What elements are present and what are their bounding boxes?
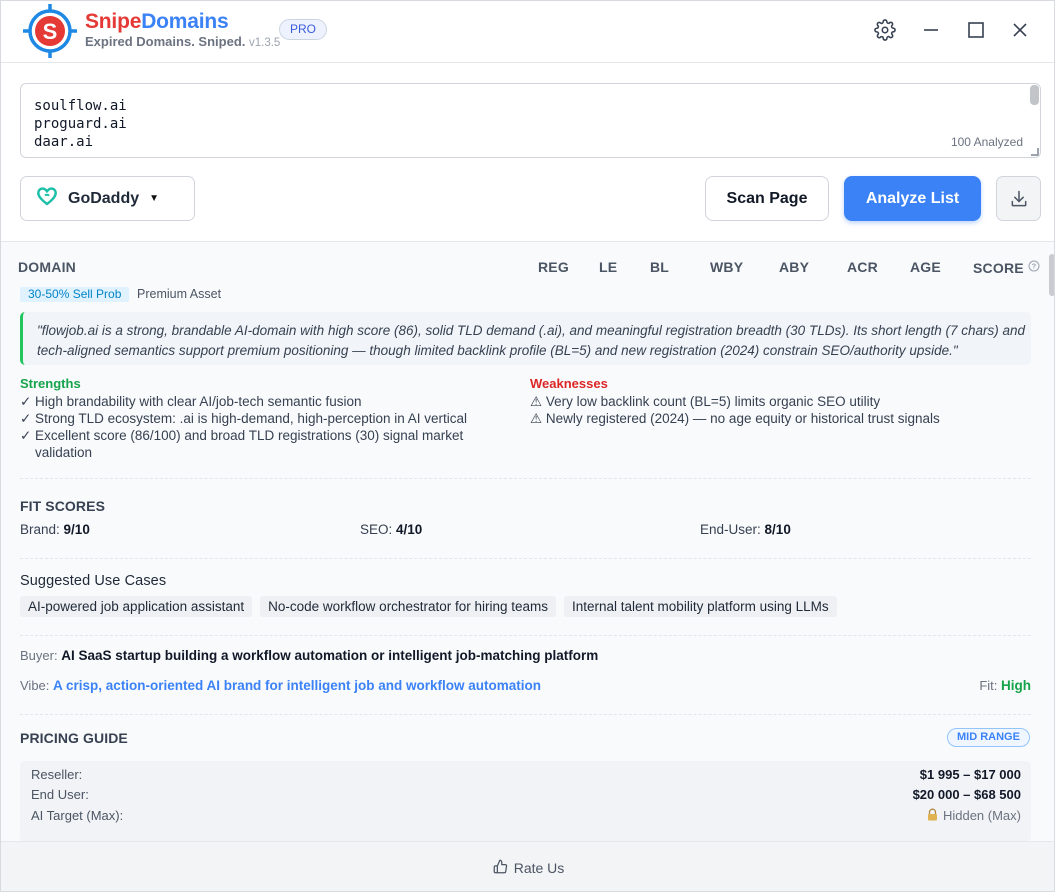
buyer-profile: Buyer: AI SaaS startup building a workfl… [20, 648, 599, 663]
results-panel: DOMAIN REG LE BL WBY ABY ACR AGE SCORE ?… [1, 241, 1054, 841]
brand-block: SnipeDomains Expired Domains. Sniped. v1… [85, 10, 281, 50]
gear-icon[interactable] [872, 17, 898, 43]
column-score[interactable]: SCORE ? [973, 259, 1040, 276]
registrar-select[interactable]: GoDaddy ▼ [20, 176, 195, 221]
input-scrollbar[interactable] [1030, 85, 1039, 105]
weakness-item: ⚠ Very low backlink count (BL=5) limits … [530, 394, 881, 409]
column-wby[interactable]: WBY [710, 259, 743, 275]
use-case-chip: No-code workflow orchestrator for hiring… [260, 596, 556, 617]
footer: Rate Us [1, 841, 1054, 891]
minimize-icon[interactable] [918, 17, 944, 43]
scan-page-button[interactable]: Scan Page [705, 176, 829, 221]
analyze-list-button[interactable]: Analyze List [844, 176, 981, 221]
pricing-guide-box: Reseller: $1 995 – $17 000 End User: $20… [20, 761, 1031, 841]
results-scrollbar[interactable] [1049, 254, 1054, 296]
section-divider [20, 558, 1031, 559]
pricing-guide-title: PRICING GUIDE [20, 730, 128, 746]
weakness-item: ⚠ Newly registered (2024) — no age equit… [530, 411, 940, 426]
analysis-summary-quote: "flowjob.ai is a strong, brandable AI-do… [20, 312, 1031, 365]
fit-score-brand: Brand: 9/10 [20, 522, 90, 537]
app-version: v1.3.5 [249, 37, 281, 49]
app-window: S SnipeDomains Expired Domains. Sniped. … [0, 0, 1055, 892]
app-tagline: Expired Domains. Sniped. v1.3.5 [85, 34, 281, 49]
registrar-label: GoDaddy [68, 189, 140, 207]
app-name: SnipeDomains [85, 10, 229, 33]
use-cases-list: AI-powered job application assistant No-… [20, 596, 837, 617]
price-row-ai-target: AI Target (Max): Hidden (Max) [31, 808, 1021, 823]
crosshair-s-logo-icon: S [21, 3, 79, 59]
strengths-list: Strengths ✓ High brandability with clear… [20, 376, 500, 461]
svg-text:?: ? [1031, 262, 1036, 271]
weaknesses-list: Weaknesses ⚠ Very low backlink count (BL… [530, 376, 1010, 427]
use-case-chip: Internal talent mobility platform using … [564, 596, 837, 617]
fit-score-seo: SEO: 4/10 [360, 522, 423, 537]
use-case-chip: AI-powered job application assistant [20, 596, 253, 617]
strengths-title: Strengths [20, 376, 81, 391]
rate-us-button[interactable]: Rate Us [493, 859, 564, 877]
domain-line: soulflow.ai [34, 98, 127, 114]
fit-scores-title: FIT SCORES [20, 498, 106, 514]
pricing-tier-badge: MID RANGE [947, 728, 1030, 747]
caret-down-icon: ▼ [149, 193, 160, 204]
domain-list-input[interactable]: soulflow.ai proguard.ai daar.ai 100 Anal… [20, 83, 1041, 158]
godaddy-logo-icon [36, 186, 58, 211]
column-reg[interactable]: REG [538, 259, 569, 275]
column-acr[interactable]: ACR [847, 259, 878, 275]
domain-line: daar.ai [34, 134, 94, 150]
price-row-reseller: Reseller: $1 995 – $17 000 [31, 767, 1021, 782]
close-icon[interactable] [1007, 17, 1033, 43]
column-bl[interactable]: BL [650, 259, 669, 275]
column-domain[interactable]: DOMAIN [18, 259, 76, 275]
section-divider [20, 714, 1031, 715]
column-aby[interactable]: ABY [779, 259, 809, 275]
help-circle-icon[interactable]: ? [1028, 259, 1040, 275]
domain-list-lines: soulflow.ai proguard.ai daar.ai [34, 97, 127, 151]
thumbs-up-icon [493, 859, 508, 877]
strength-item: ✓ Strong TLD ecosystem: .ai is high-dema… [20, 411, 468, 426]
analyzed-count: 100 Analyzed [950, 135, 1023, 149]
column-age[interactable]: AGE [910, 259, 941, 275]
resize-grip-icon[interactable] [1031, 148, 1039, 156]
svg-text:S: S [43, 19, 58, 44]
brand-vibe: Vibe: A crisp, action-oriented AI brand … [20, 678, 542, 693]
fit-score-end-user: End-User: 8/10 [700, 522, 791, 537]
domain-line: proguard.ai [34, 116, 127, 132]
lock-icon [926, 808, 939, 824]
title-bar: S SnipeDomains Expired Domains. Sniped. … [1, 1, 1054, 63]
download-icon[interactable] [996, 176, 1041, 221]
strength-item: ✓ Excellent score (86/100) and broad TLD… [20, 428, 464, 460]
pro-badge: PRO [279, 19, 328, 40]
section-divider [20, 635, 1031, 636]
overall-fit: Fit: High [979, 678, 1031, 693]
strength-item: ✓ High brandability with clear AI/job-te… [20, 394, 362, 409]
weaknesses-title: Weaknesses [530, 376, 608, 391]
use-cases-title: Suggested Use Cases [20, 573, 167, 589]
sell-probability-badge: 30-50% Sell Prob [20, 287, 130, 302]
price-row-end-user: End User: $20 000 – $68 500 [31, 787, 1021, 802]
section-divider [20, 478, 1031, 479]
asset-class-label: Premium Asset [137, 287, 222, 301]
column-le[interactable]: LE [599, 259, 617, 275]
maximize-icon[interactable] [963, 17, 989, 43]
